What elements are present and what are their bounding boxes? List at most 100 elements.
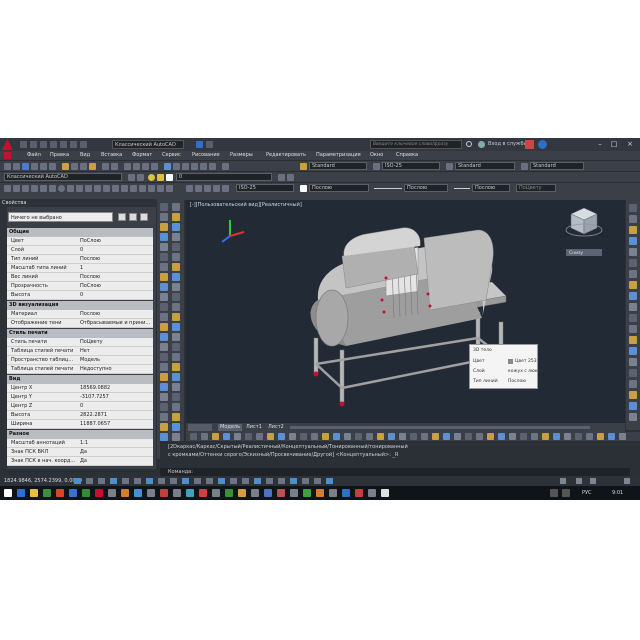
property-value[interactable]: Модель xyxy=(80,356,152,365)
tool-button-icon[interactable] xyxy=(172,363,180,371)
tool-button-icon[interactable] xyxy=(465,433,472,440)
signin-link[interactable]: Вход в службы xyxy=(488,140,527,149)
redo-icon[interactable] xyxy=(80,141,87,148)
menu-draw[interactable]: Рисование xyxy=(192,151,220,160)
drawing-viewport[interactable]: [-][Пользовательский вид][Реалистичный] … xyxy=(186,200,625,430)
tool-button-icon[interactable] xyxy=(629,380,637,388)
plotstyle-select[interactable]: ПоЦвету xyxy=(516,184,556,192)
layer-color-icon[interactable] xyxy=(166,174,173,181)
tool-button-icon[interactable] xyxy=(160,303,168,311)
quick-access-menu-icon[interactable] xyxy=(206,141,213,148)
tool-button-icon[interactable] xyxy=(245,433,252,440)
menu-view[interactable]: Вид xyxy=(80,151,90,160)
status-toggle-icon[interactable] xyxy=(278,478,285,484)
layer-properties-icon[interactable] xyxy=(137,174,144,181)
dim-diameter-icon[interactable] xyxy=(213,185,220,192)
menu-insert[interactable]: Вставка xyxy=(101,151,122,160)
status-toggle-icon[interactable] xyxy=(206,478,213,484)
tool-button-icon[interactable] xyxy=(172,223,180,231)
status-toggle-icon[interactable] xyxy=(266,478,273,484)
tool-button-icon[interactable] xyxy=(629,336,637,344)
properties-icon[interactable] xyxy=(164,163,171,170)
properties-section-header[interactable]: 3D визуализация xyxy=(7,301,153,310)
app-icon-5[interactable] xyxy=(160,489,168,497)
tool-button-icon[interactable] xyxy=(172,423,180,431)
tool-button-icon[interactable] xyxy=(172,273,180,281)
undo-icon[interactable] xyxy=(70,141,77,148)
status-toggle-icon[interactable] xyxy=(110,478,117,484)
app-icon-22[interactable] xyxy=(381,489,389,497)
tool-button-icon[interactable] xyxy=(172,263,180,271)
app-icon-3[interactable] xyxy=(134,489,142,497)
status-toggle-icon[interactable] xyxy=(170,478,177,484)
tool-button-icon[interactable] xyxy=(300,433,307,440)
tool-button-icon[interactable] xyxy=(160,423,168,431)
app-icon-4[interactable] xyxy=(147,489,155,497)
mleader-style-select[interactable]: Standard xyxy=(530,162,584,170)
menu-tools[interactable]: Сервис xyxy=(162,151,181,160)
tool-button-icon[interactable] xyxy=(160,213,168,221)
workspace-select[interactable]: Классический AutoCAD xyxy=(112,140,184,149)
insert-block-icon[interactable] xyxy=(94,185,101,192)
open-icon[interactable] xyxy=(13,163,20,170)
tool-button-icon[interactable] xyxy=(498,433,505,440)
customize-icon[interactable] xyxy=(624,478,630,484)
tool-button-icon[interactable] xyxy=(344,433,351,440)
qnew-icon[interactable] xyxy=(4,163,11,170)
tool-button-icon[interactable] xyxy=(597,433,604,440)
rectangle-icon[interactable] xyxy=(40,185,47,192)
new-icon[interactable] xyxy=(20,141,27,148)
property-value[interactable]: Недоступно xyxy=(80,365,152,374)
tool-button-icon[interactable] xyxy=(564,433,571,440)
cut-icon[interactable] xyxy=(62,163,69,170)
autocad-taskbar-icon[interactable] xyxy=(95,489,103,497)
store-icon[interactable] xyxy=(43,489,51,497)
tool-button-icon[interactable] xyxy=(172,433,180,441)
tool-button-icon[interactable] xyxy=(629,369,637,377)
copy-icon[interactable] xyxy=(71,163,78,170)
tool-button-icon[interactable] xyxy=(172,253,180,261)
word-icon[interactable] xyxy=(69,489,77,497)
status-toggle-icon[interactable] xyxy=(290,478,297,484)
tab-model[interactable]: Модель xyxy=(218,424,243,431)
tool-button-icon[interactable] xyxy=(629,248,637,256)
tool-button-icon[interactable] xyxy=(160,313,168,321)
zoom-window-icon[interactable] xyxy=(142,163,149,170)
status-toggle-icon[interactable] xyxy=(230,478,237,484)
dim-style-select[interactable]: ISO-25 xyxy=(382,162,440,170)
tool-button-icon[interactable] xyxy=(172,393,180,401)
property-value[interactable]: Послою xyxy=(80,310,152,319)
table-icon[interactable] xyxy=(148,185,155,192)
status-toggle-icon[interactable] xyxy=(182,478,189,484)
open-icon[interactable] xyxy=(30,141,37,148)
tool-button-icon[interactable] xyxy=(160,293,168,301)
tool-button-icon[interactable] xyxy=(160,353,168,361)
tool-button-icon[interactable] xyxy=(201,433,208,440)
save-icon[interactable] xyxy=(40,141,47,148)
menu-format[interactable]: Формат xyxy=(132,151,152,160)
tool-button-icon[interactable] xyxy=(172,283,180,291)
tool-button-icon[interactable] xyxy=(160,373,168,381)
annotation-scale-icon[interactable] xyxy=(560,478,566,484)
layer-select[interactable]: 0 xyxy=(176,173,272,181)
property-value[interactable]: 1 xyxy=(80,264,152,273)
menu-doc-icon[interactable] xyxy=(4,152,11,159)
status-toggle-icon[interactable] xyxy=(146,478,153,484)
lineweight-select[interactable]: Послою xyxy=(472,184,510,192)
point-icon[interactable] xyxy=(112,185,119,192)
tool-button-icon[interactable] xyxy=(160,263,168,271)
text-style-select[interactable]: Standard xyxy=(309,162,367,170)
property-value[interactable]: 1:1 xyxy=(80,439,152,448)
tool-button-icon[interactable] xyxy=(172,333,180,341)
revcloud-icon[interactable] xyxy=(67,185,74,192)
tray-network-icon[interactable] xyxy=(550,489,558,497)
tool-button-icon[interactable] xyxy=(267,433,274,440)
app-icon-21[interactable] xyxy=(368,489,376,497)
arc-icon[interactable] xyxy=(49,185,56,192)
layer-freeze-icon[interactable] xyxy=(157,174,164,181)
app-icon-6[interactable] xyxy=(173,489,181,497)
saveas-icon[interactable] xyxy=(50,141,57,148)
layer-on-icon[interactable] xyxy=(148,174,155,181)
tool-button-icon[interactable] xyxy=(234,433,241,440)
tool-button-icon[interactable] xyxy=(322,433,329,440)
